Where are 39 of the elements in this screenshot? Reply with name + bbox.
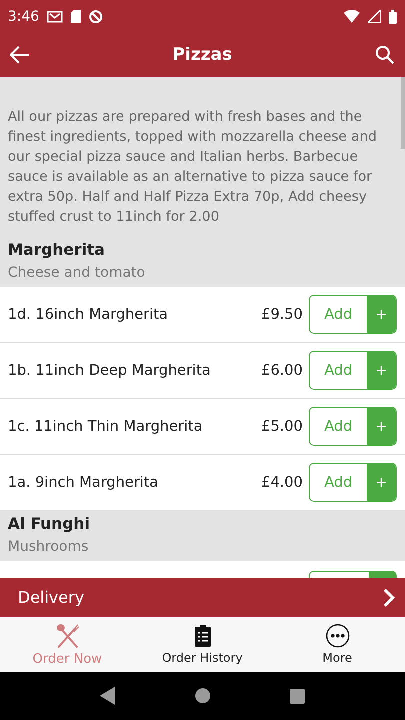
clipboard-icon	[194, 624, 212, 648]
mail-icon	[47, 10, 64, 22]
nav-tab[interactable]: Order History	[135, 617, 270, 672]
item-name: 1a. 9inch Margherita	[8, 474, 160, 490]
battery-icon	[389, 10, 397, 24]
search-icon[interactable]	[374, 45, 395, 65]
item-name: 1b. 11inch Deep Margherita	[8, 362, 212, 378]
back-icon[interactable]	[100, 687, 116, 705]
category-title: Al Funghi	[8, 515, 92, 533]
add-button[interactable]: Add +	[309, 351, 397, 390]
item-name: 1d. 16inch Margherita	[8, 306, 170, 322]
item-price: £4.00	[261, 474, 303, 490]
sd-card-icon	[71, 10, 82, 23]
status-time: 3:46	[8, 8, 40, 24]
item-price: £9.50	[261, 306, 303, 322]
item-price: £5.00	[261, 418, 303, 434]
scrollbar-thumb	[401, 77, 405, 149]
blocked-icon	[89, 10, 104, 24]
menu-intro-text: All our pizzas are prepared with fresh bases and the finest ingredients, topped with mozzarella cheese and our special pizza sauce and Italian herbs. Barbecue sauce is available as an alternative to pizza sauce for extra 50p. Half and Half Pizza Extra 70p, Add cheesy stuffed crust to 11inch for 2.00	[7, 108, 378, 227]
add-button[interactable]: Add +	[309, 463, 397, 502]
more-icon	[326, 624, 350, 648]
category-title: Margherita	[8, 241, 106, 259]
recents-icon[interactable]	[290, 688, 306, 704]
signal-icon	[368, 10, 381, 23]
nav-tab[interactable]: More	[270, 617, 405, 672]
screen-title: Pizzas	[172, 45, 232, 65]
delivery-bar[interactable]: Delivery	[0, 578, 405, 617]
item-price: £6.00	[261, 362, 303, 378]
wifi-icon	[344, 10, 360, 23]
cutlery-icon	[54, 622, 80, 648]
back-arrow-icon[interactable]	[10, 46, 30, 64]
add-button[interactable]: Add +	[309, 407, 397, 446]
home-icon[interactable]	[194, 688, 211, 704]
add-button[interactable]: Add +	[309, 295, 397, 334]
nav-tab[interactable]: Order Now	[0, 617, 135, 672]
item-name: 1c. 11inch Thin Margherita	[8, 418, 204, 434]
category-description: Mushrooms	[8, 539, 90, 555]
chevron-right-icon	[383, 588, 395, 608]
category-description: Cheese and tomato	[8, 265, 146, 281]
